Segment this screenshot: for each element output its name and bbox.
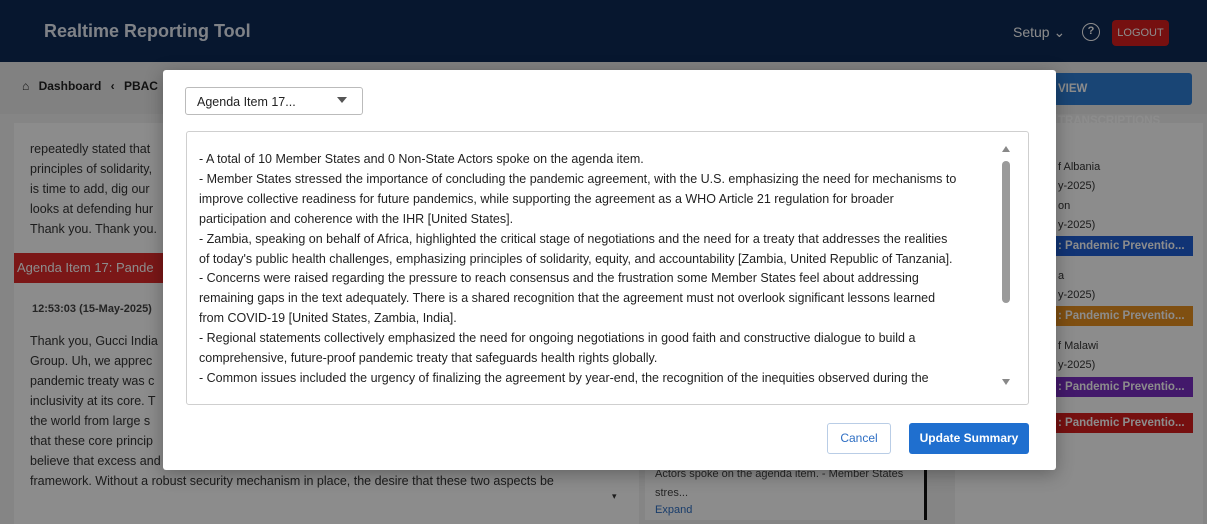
- summary-text[interactable]: - A total of 10 Member States and 0 Non-…: [199, 150, 1003, 389]
- update-summary-button[interactable]: Update Summary: [909, 423, 1029, 454]
- summary-textarea[interactable]: - A total of 10 Member States and 0 Non-…: [186, 131, 1029, 405]
- summary-line: improve collective readiness for future …: [199, 191, 894, 206]
- agenda-item-select[interactable]: Agenda Item 17...: [185, 87, 363, 115]
- summary-line: of today's public health challenges, emp…: [199, 251, 953, 266]
- summary-line: comprehensive, future-proof pandemic tre…: [199, 351, 658, 366]
- summary-line: - A total of 10 Member States and 0 Non-…: [199, 152, 644, 166]
- summary-line: - Member States stressed the importance …: [199, 171, 957, 186]
- chevron-down-icon: [337, 97, 347, 103]
- scroll-up-arrow[interactable]: [1002, 146, 1010, 152]
- summary-line: - Zambia, speaking on behalf of Africa, …: [199, 231, 948, 246]
- summary-line: participation and coherence with the IHR…: [199, 211, 514, 226]
- cancel-button[interactable]: Cancel: [827, 423, 891, 454]
- summary-line: from COVID-19 [United States, Zambia, In…: [199, 311, 457, 326]
- scrollbar-thumb[interactable]: [1002, 161, 1010, 303]
- summary-line: - Concerns were raised regarding the pre…: [199, 271, 919, 286]
- summary-line: remaining gaps in the text adequately. T…: [199, 291, 936, 306]
- agenda-item-select-value: Agenda Item 17...: [197, 95, 296, 109]
- summary-line: - Regional statements collectively empha…: [199, 331, 916, 346]
- edit-summary-modal: Agenda Item 17... - A total of 10 Member…: [163, 70, 1056, 470]
- summary-line: - Common issues included the urgency of …: [199, 370, 929, 385]
- scroll-down-arrow[interactable]: [1002, 379, 1010, 385]
